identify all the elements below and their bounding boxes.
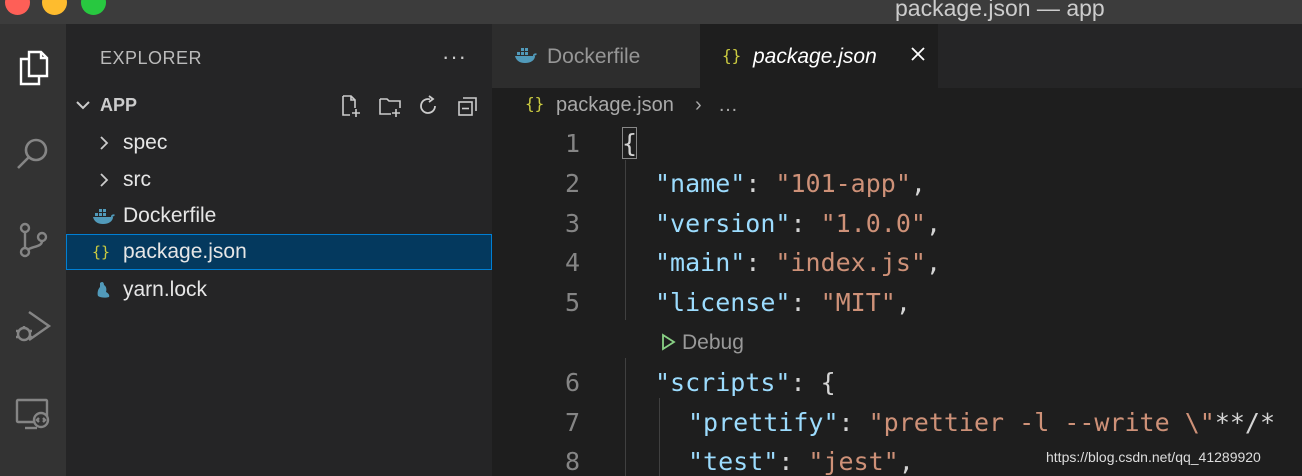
line-number: 4 — [564, 248, 580, 277]
tab-label: Dockerfile — [547, 45, 641, 68]
title-bar: package.json — app — [0, 0, 1302, 24]
code-line: "test": "jest", — [688, 447, 914, 476]
watermark: https://blog.csdn.net/qq_41289920 — [1046, 449, 1261, 465]
docker-icon — [93, 209, 115, 224]
docker-icon — [515, 48, 537, 63]
collapse-all-icon[interactable] — [454, 92, 482, 120]
activity-bar — [0, 24, 66, 476]
line-number: 5 — [564, 288, 580, 317]
debug-codelens[interactable]: Debug — [660, 331, 744, 355]
workspace-section-header[interactable]: APP — [66, 92, 492, 120]
code-line: "scripts": { — [655, 368, 836, 397]
tree-item-label: package.json — [123, 240, 247, 263]
explorer-title: EXPLORER — [100, 48, 203, 68]
tab-dockerfile[interactable]: Dockerfile — [492, 24, 700, 88]
tab-label: package.json — [753, 45, 877, 68]
editor-tab-bar: Dockerfile {} package.json — [492, 24, 1302, 88]
refresh-icon[interactable] — [414, 92, 442, 120]
breadcrumb-file[interactable]: package.json — [556, 94, 674, 117]
tree-item-label: src — [123, 168, 151, 191]
yarn-icon — [97, 281, 110, 298]
code-line: "name": "101-app", — [655, 169, 926, 198]
indent-guide — [625, 160, 626, 320]
tree-item-label: spec — [123, 131, 168, 154]
chevron-right-icon — [100, 173, 109, 187]
play-icon — [662, 333, 676, 351]
code-line: "license": "MIT", — [655, 288, 911, 317]
breadcrumb: {} package.json › … — [492, 88, 1302, 124]
tree-file-dockerfile[interactable]: Dockerfile — [66, 198, 492, 234]
code-line: "main": "index.js", — [655, 248, 941, 277]
source-control-icon[interactable] — [0, 208, 66, 272]
indent-guide — [625, 358, 626, 476]
line-number: 3 — [564, 209, 580, 238]
line-number: 7 — [564, 408, 580, 437]
minimize-window-button[interactable] — [42, 0, 67, 15]
code-editor[interactable]: 1 { 2 "name": "101-app", 3 "version": "1… — [492, 124, 1302, 476]
tree-folder-src[interactable]: src — [66, 162, 492, 198]
code-line: { — [622, 129, 638, 158]
run-debug-icon[interactable] — [0, 294, 66, 358]
more-actions-icon[interactable]: ··· — [442, 44, 467, 70]
chevron-right-icon — [100, 136, 109, 150]
zoom-window-button[interactable] — [81, 0, 106, 15]
breadcrumb-symbols[interactable]: … — [718, 94, 738, 117]
tab-package-json[interactable]: {} package.json — [700, 24, 938, 88]
new-folder-icon[interactable] — [376, 92, 404, 120]
code-line: "version": "1.0.0", — [655, 209, 941, 238]
tree-file-yarn-lock[interactable]: yarn.lock — [66, 272, 492, 308]
new-file-icon[interactable] — [336, 92, 364, 120]
close-window-button[interactable] — [5, 0, 30, 15]
line-number: 2 — [564, 169, 580, 198]
json-file-icon: {} — [92, 243, 111, 261]
chevron-down-icon — [76, 101, 90, 110]
code-line: "prettify": "prettier -l --write \"**/* — [688, 408, 1276, 437]
explorer-icon[interactable] — [0, 36, 66, 100]
tree-item-label: yarn.lock — [123, 278, 208, 301]
workspace-label: APP — [100, 95, 138, 115]
breadcrumb-separator: › — [695, 94, 702, 116]
tree-folder-spec[interactable]: spec — [66, 125, 492, 161]
line-number: 1 — [564, 129, 580, 158]
search-icon[interactable] — [0, 122, 66, 186]
debug-label: Debug — [682, 331, 744, 354]
close-icon[interactable] — [908, 44, 928, 64]
explorer-sidebar: EXPLORER ··· APP spec src Dockerfile {} … — [66, 24, 492, 476]
indent-guide — [659, 398, 660, 476]
tree-item-label: Dockerfile — [123, 204, 217, 227]
remote-explorer-icon[interactable] — [0, 382, 66, 446]
line-number: 8 — [564, 447, 580, 476]
json-file-icon: {} — [525, 94, 545, 113]
json-file-icon: {} — [722, 46, 742, 65]
tree-file-package-json[interactable]: {} package.json — [66, 234, 492, 270]
line-number: 6 — [564, 368, 580, 397]
window-title: package.json — app — [895, 0, 1105, 21]
